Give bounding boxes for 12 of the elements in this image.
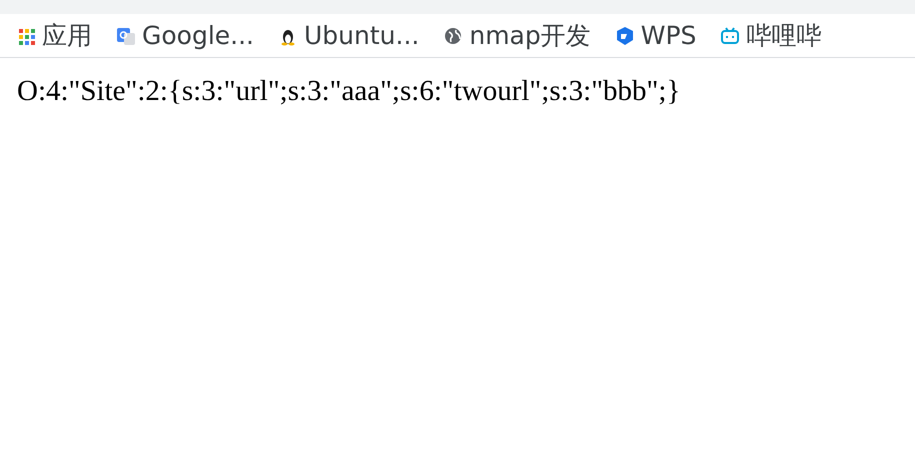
cube-icon [614, 26, 635, 46]
bookmark-item[interactable]: 哔哩哔 [720, 23, 832, 48]
translate-icon [116, 26, 136, 46]
tv-icon [720, 26, 740, 46]
bookmark-item[interactable]: 应用 [16, 23, 102, 48]
bookmark-item[interactable]: Ubuntu... [278, 23, 430, 48]
bookmark-item[interactable]: WPS [614, 23, 706, 48]
page-text: O:4:"Site":2:{s:3:"url";s:3:"aaa";s:6:"twourl";s:3:"bbb";} [17, 74, 682, 109]
bookmark-item[interactable]: nmap开发 [443, 23, 601, 48]
apps-icon [16, 26, 36, 46]
bookmark-item[interactable]: Google... [116, 23, 264, 48]
globe-icon [443, 26, 464, 46]
